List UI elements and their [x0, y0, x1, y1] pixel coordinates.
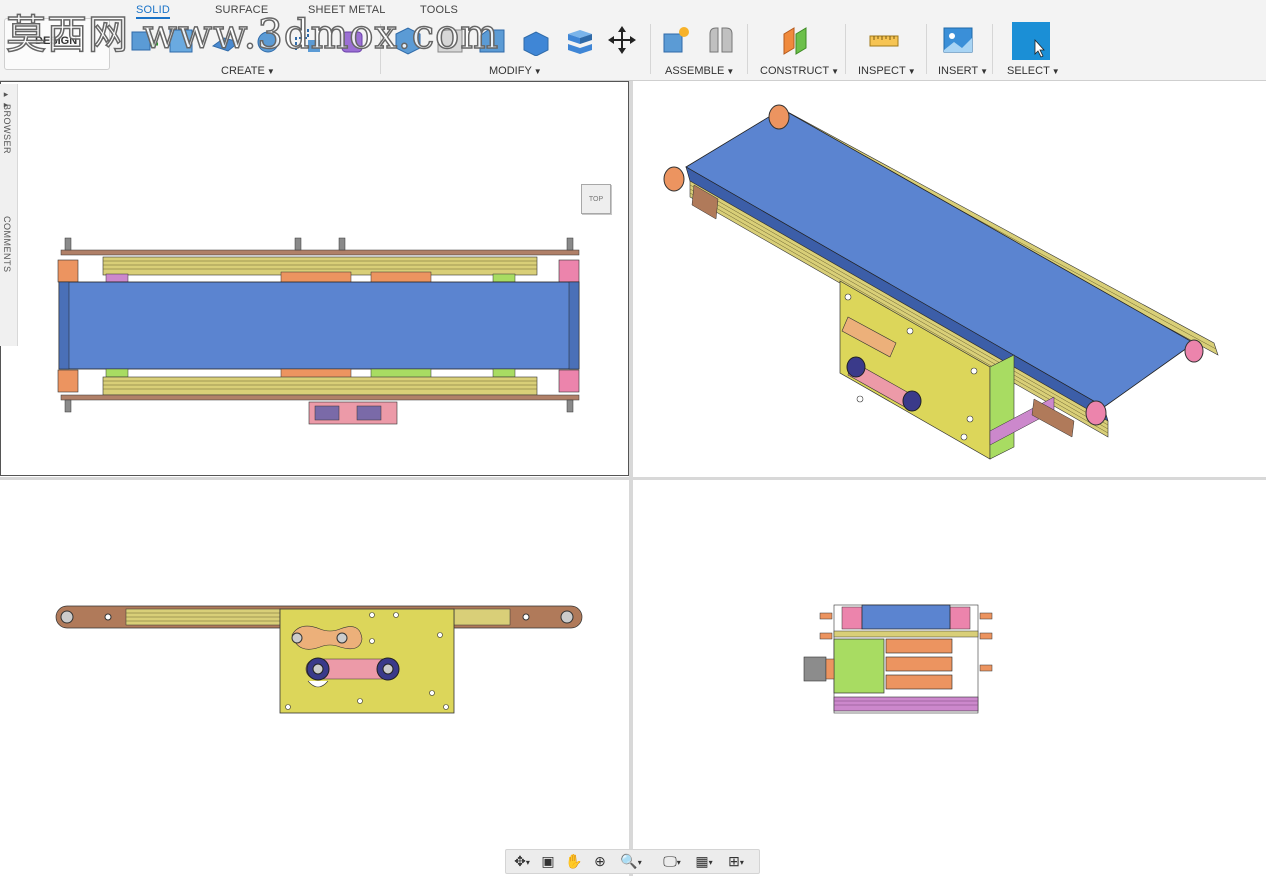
viewcube[interactable]: TOP	[577, 180, 615, 218]
select-icon[interactable]	[1012, 22, 1050, 60]
construct-label: CONSTRUCT	[760, 65, 830, 77]
toolbar: DESIGN SOLID SURFACE SHEET METAL TOOLS C…	[0, 0, 1266, 81]
front-view-model	[55, 605, 583, 714]
chevron-down-icon: ▼	[726, 67, 735, 76]
inspect-label: INSPECT	[858, 65, 906, 77]
press-pull-icon[interactable]	[392, 24, 424, 56]
browser-label[interactable]: BROWSER	[2, 104, 12, 154]
separator	[650, 24, 651, 74]
joint-icon[interactable]	[704, 24, 736, 56]
viewport-side[interactable]	[634, 481, 1266, 876]
zoom-icon[interactable]: ⊕	[590, 853, 610, 870]
orbit-icon[interactable]: ✥▾	[509, 853, 535, 870]
create-label: CREATE	[221, 65, 265, 77]
workspace-label: DESIGN	[35, 35, 78, 47]
loft-icon[interactable]	[336, 24, 368, 56]
combine-icon[interactable]	[564, 24, 596, 56]
viewcube-face[interactable]: TOP	[581, 184, 611, 214]
modify-label: MODIFY	[489, 65, 532, 77]
tab-surface[interactable]: SURFACE	[215, 4, 268, 16]
assemble-label: ASSEMBLE	[665, 65, 725, 77]
revolve-icon[interactable]	[252, 24, 284, 56]
display-settings-icon[interactable]: 🖵▾	[658, 853, 686, 870]
navigation-bar: ✥▾ ▣ ✋ ⊕ 🔍▾ 🖵▾ ▦▾ ⊞▾	[505, 849, 760, 874]
insert-menu[interactable]: INSERT ▼	[938, 65, 988, 77]
viewport-isometric[interactable]	[634, 81, 1266, 477]
top-view-model	[57, 237, 580, 425]
horizontal-splitter[interactable]	[0, 477, 1266, 480]
sweep-icon[interactable]	[292, 24, 324, 56]
select-label: SELECT	[1007, 65, 1050, 77]
workspace-switcher[interactable]: DESIGN	[4, 18, 110, 70]
tab-tools[interactable]: TOOLS	[420, 4, 458, 16]
fillet-icon[interactable]	[434, 24, 466, 56]
chevron-down-icon: ▼	[533, 67, 542, 76]
insert-label: INSERT	[938, 65, 979, 77]
new-component-assemble-icon[interactable]	[660, 24, 692, 56]
separator	[380, 24, 381, 74]
chevron-down-icon: ▼	[980, 67, 989, 76]
separator	[926, 24, 927, 74]
chevron-down-icon: ▼	[266, 67, 275, 76]
create-sketch-icon[interactable]	[166, 24, 198, 56]
extrude-icon[interactable]	[210, 24, 242, 56]
viewport-front[interactable]	[0, 481, 628, 876]
separator	[845, 24, 846, 74]
pan-hand-icon[interactable]: ✋	[564, 853, 584, 870]
measure-icon[interactable]	[868, 24, 900, 56]
construct-menu[interactable]: CONSTRUCT ▼	[760, 65, 839, 77]
isometric-model	[663, 104, 1219, 460]
tab-sheet-metal[interactable]: SHEET METAL	[308, 4, 386, 16]
shell-icon[interactable]	[520, 24, 552, 56]
insert-image-icon[interactable]	[942, 24, 974, 56]
separator	[747, 24, 748, 74]
chevron-down-icon: ▼	[1051, 67, 1060, 76]
browser-side-panel[interactable]: ▸▸ BROWSER COMMENTS	[0, 84, 18, 346]
separator	[992, 24, 993, 74]
look-at-icon[interactable]: ▣	[538, 853, 558, 870]
select-menu[interactable]: SELECT ▼	[1007, 65, 1060, 77]
chevron-down-icon: ▼	[907, 67, 916, 76]
comments-label[interactable]: COMMENTS	[2, 216, 12, 273]
viewports-icon[interactable]: ⊞▾	[722, 853, 750, 870]
assemble-menu[interactable]: ASSEMBLE ▼	[665, 65, 734, 77]
create-menu[interactable]: CREATE ▼	[221, 65, 275, 77]
tab-solid[interactable]: SOLID	[136, 4, 171, 19]
viewport-top[interactable]: TOP	[0, 81, 629, 476]
new-component-icon[interactable]	[128, 24, 160, 56]
move-icon[interactable]	[606, 24, 638, 56]
zoom-window-icon[interactable]: 🔍▾	[616, 853, 646, 870]
chevron-down-icon: ▼	[831, 67, 839, 76]
chamfer-icon[interactable]	[476, 24, 508, 56]
grid-settings-icon[interactable]: ▦▾	[690, 853, 718, 870]
modify-menu[interactable]: MODIFY ▼	[489, 65, 542, 77]
offset-plane-icon[interactable]	[780, 24, 812, 56]
inspect-menu[interactable]: INSPECT ▼	[858, 65, 916, 77]
side-view-model	[803, 604, 993, 714]
